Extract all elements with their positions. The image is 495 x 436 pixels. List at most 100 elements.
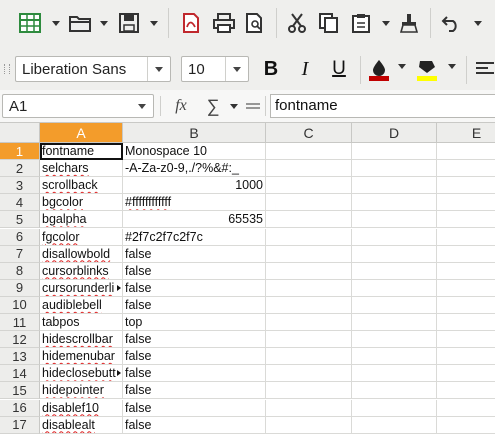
column-header-b[interactable]: B — [123, 123, 266, 143]
row-header[interactable]: 2 — [0, 160, 40, 178]
cell-e[interactable] — [437, 246, 495, 263]
font-color-dropdown-icon[interactable] — [398, 64, 406, 69]
cell-d[interactable] — [352, 399, 437, 417]
save-dropdown-icon[interactable] — [150, 21, 158, 26]
cell-b[interactable]: false — [123, 382, 266, 400]
cell-d[interactable] — [352, 296, 437, 314]
cell-a[interactable]: disablealt — [40, 416, 123, 434]
row-header[interactable]: 17 — [0, 416, 40, 434]
font-name-combo[interactable]: Liberation Sans — [15, 56, 171, 82]
cell-d[interactable] — [352, 228, 437, 246]
cell-a[interactable]: hidemenubar — [40, 348, 123, 366]
cell-b[interactable]: #2f7c2f7c2f7c — [123, 228, 266, 246]
cell-c[interactable] — [266, 416, 352, 434]
row-header[interactable]: 16 — [0, 399, 40, 417]
cell-e[interactable] — [437, 211, 495, 229]
cell-d[interactable] — [352, 160, 437, 178]
open-dropdown-icon[interactable] — [100, 21, 108, 26]
row-header[interactable]: 1 — [0, 143, 40, 160]
undo-dropdown-icon[interactable] — [474, 21, 482, 26]
sum-icon[interactable]: ∑ — [202, 95, 224, 117]
select-all-corner[interactable] — [0, 123, 40, 143]
copy-icon[interactable] — [318, 12, 340, 34]
cell-b[interactable]: #ffffffffffff — [123, 194, 266, 212]
cell-c[interactable] — [266, 211, 352, 229]
font-name-dropdown-icon[interactable] — [147, 57, 170, 81]
row-header[interactable]: 14 — [0, 365, 40, 383]
row-header[interactable]: 13 — [0, 348, 40, 366]
cell-c[interactable] — [266, 245, 352, 263]
cell-c[interactable] — [266, 365, 352, 383]
cell-d[interactable] — [352, 279, 437, 297]
undo-icon[interactable] — [440, 12, 462, 34]
print-preview-icon[interactable] — [244, 12, 266, 34]
cell-d[interactable] — [352, 211, 437, 229]
row-header[interactable]: 7 — [0, 245, 40, 263]
cell-c[interactable] — [266, 296, 352, 314]
row-header[interactable]: 5 — [0, 211, 40, 229]
column-header-a[interactable]: A — [40, 123, 123, 143]
sum-dropdown-icon[interactable] — [230, 104, 238, 109]
cell-b[interactable]: false — [123, 331, 266, 349]
cell-c[interactable] — [266, 177, 352, 195]
open-folder-icon[interactable] — [68, 12, 92, 34]
cell-d[interactable] — [352, 416, 437, 434]
cell-b[interactable]: 65535 — [123, 211, 266, 229]
cell-c[interactable] — [266, 348, 352, 366]
cell-d[interactable] — [352, 331, 437, 349]
font-color-button[interactable] — [366, 56, 392, 84]
cell-d[interactable] — [352, 245, 437, 263]
row-header[interactable]: 4 — [0, 194, 40, 212]
paste-icon[interactable] — [350, 12, 372, 34]
font-size-combo[interactable]: 10 — [181, 56, 249, 82]
cell-b[interactable]: false — [123, 365, 266, 383]
cell-e[interactable] — [437, 229, 495, 246]
cell-b[interactable]: -A-Za-z0-9,./?%&#:_ — [123, 160, 266, 178]
cell-e[interactable] — [437, 194, 495, 212]
cell-e[interactable] — [437, 400, 495, 417]
cell-d[interactable] — [352, 177, 437, 195]
cell-b[interactable]: Monospace 10 — [123, 143, 266, 160]
cell-a[interactable]: bgcolor — [40, 194, 123, 212]
cell-a[interactable]: fgcolor — [40, 228, 123, 246]
cell-d[interactable] — [352, 365, 437, 383]
column-header-d[interactable]: D — [352, 123, 437, 143]
highlight-dropdown-icon[interactable] — [448, 64, 456, 69]
name-box-dropdown-icon[interactable] — [131, 95, 153, 117]
cell-e[interactable] — [437, 314, 495, 331]
row-header[interactable]: 12 — [0, 331, 40, 349]
cell-c[interactable] — [266, 314, 352, 331]
cell-c[interactable] — [266, 331, 352, 349]
cell-e[interactable] — [437, 382, 495, 400]
cell-d[interactable] — [352, 194, 437, 212]
cell-c[interactable] — [266, 194, 352, 212]
cell-c[interactable] — [266, 382, 352, 400]
cell-e[interactable] — [437, 263, 495, 280]
cell-e[interactable] — [437, 143, 495, 160]
row-header[interactable]: 6 — [0, 228, 40, 246]
align-left-icon[interactable] — [474, 58, 495, 80]
italic-button[interactable]: I — [292, 56, 318, 82]
cell-c[interactable] — [266, 399, 352, 417]
underline-button[interactable]: U — [326, 56, 352, 82]
export-pdf-icon[interactable] — [180, 12, 202, 34]
row-header[interactable]: 8 — [0, 262, 40, 280]
cell-b[interactable]: false — [123, 296, 266, 314]
row-header[interactable]: 11 — [0, 314, 40, 331]
font-size-dropdown-icon[interactable] — [225, 57, 248, 81]
insert-table-icon[interactable] — [18, 12, 42, 34]
clone-formatting-icon[interactable] — [398, 12, 420, 34]
cell-c[interactable] — [266, 279, 352, 297]
cell-d[interactable] — [352, 348, 437, 366]
cell-a[interactable]: disallowbold — [40, 245, 123, 263]
row-header[interactable]: 10 — [0, 296, 40, 314]
cell-b[interactable]: false — [123, 348, 266, 366]
name-box[interactable]: A1 — [2, 94, 154, 118]
cell-e[interactable] — [437, 417, 495, 434]
cell-b[interactable]: false — [123, 399, 266, 417]
cell-e[interactable] — [437, 177, 495, 195]
cell-e[interactable] — [437, 365, 495, 383]
cell-c[interactable] — [266, 143, 352, 160]
cell-a[interactable]: hideclosebutt — [40, 365, 123, 383]
print-icon[interactable] — [212, 12, 236, 34]
